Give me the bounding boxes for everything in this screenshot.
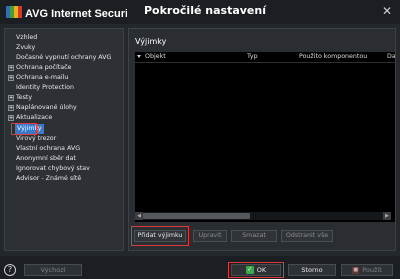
tree-item-label: Ignorovat chybový stav — [16, 165, 90, 172]
tree-item-label: Aktualizace — [16, 114, 53, 121]
section-title: Výjimky — [135, 37, 167, 46]
settings-tree: Vzhled Zvuky Dočasné vypnutí ochrany AVG… — [4, 28, 124, 251]
column-header-da[interactable]: Da — [387, 53, 395, 60]
checkmark-icon: ✓ — [245, 266, 254, 274]
scroll-right-icon[interactable]: ▶ — [383, 212, 391, 220]
column-header-objekt[interactable]: Objekt — [145, 53, 166, 60]
selection-highlight-frame — [11, 123, 37, 135]
delete-all-button[interactable]: Odstranit vše — [281, 230, 333, 242]
window-subtitle: Pokročilé nastavení — [144, 4, 266, 17]
expand-icon[interactable]: + — [8, 95, 14, 101]
apply-button-label: Použít — [362, 266, 382, 274]
exclusions-table[interactable]: Objekt Typ Použito komponentou Da — [135, 52, 395, 222]
table-header: Objekt Typ Použito komponentou Da — [135, 52, 395, 63]
sort-down-icon — [137, 55, 141, 58]
add-exclusion-button[interactable]: Přidat výjimku — [134, 230, 186, 242]
tree-item-label: Vzhled — [16, 34, 38, 41]
close-icon[interactable]: ✕ — [380, 4, 394, 18]
horizontal-scrollbar[interactable]: ◀ ▶ — [135, 212, 391, 220]
tree-item-label: Vlastní ochrana AVG — [16, 145, 81, 152]
ok-button-label: OK — [256, 266, 267, 274]
column-header-typ[interactable]: Typ — [247, 53, 258, 60]
scrollbar-thumb[interactable] — [143, 213, 250, 219]
cancel-button[interactable]: Storno — [288, 264, 336, 276]
expand-icon[interactable]: + — [8, 65, 14, 71]
defaults-button[interactable]: Výchozí — [24, 264, 82, 276]
tree-item-label: Testy — [16, 94, 33, 101]
column-header-pouzito-komponentou[interactable]: Použito komponentou — [299, 53, 367, 60]
apply-button[interactable]: ■ Použít — [341, 264, 393, 276]
delete-button[interactable]: Smazat — [231, 230, 277, 242]
tree-item-label: Naplánované úlohy — [16, 104, 77, 111]
window-title: AVG Internet Security — [25, 8, 127, 20]
exclusions-panel: Výjimky Objekt Typ Použito komponentou D… — [128, 28, 396, 251]
help-icon[interactable]: ? — [4, 264, 16, 276]
tree-item-label: Advisor - Známé sítě — [16, 175, 82, 182]
expand-icon[interactable]: + — [8, 75, 14, 81]
title-bar: AVG Internet Security Pokročilé nastaven… — [0, 0, 400, 24]
expand-icon[interactable]: + — [8, 105, 14, 111]
tree-item-label: Dočasné vypnutí ochrany AVG — [16, 54, 112, 61]
tree-item-label: Virový trezor — [16, 135, 57, 142]
tree-item-label: Identity Protection — [16, 84, 74, 91]
tree-item-label: Ochrana e-mailu — [16, 74, 69, 81]
tree-item-label: Anonymní sběr dat — [16, 155, 76, 162]
apply-icon: ■ — [352, 266, 360, 274]
tree-item-label: Ochrana počítače — [16, 64, 72, 71]
ok-button[interactable]: ✓ OK — [231, 264, 281, 276]
tree-item-label: Zvuky — [16, 44, 36, 51]
scroll-left-icon[interactable]: ◀ — [135, 212, 143, 220]
avg-logo: AVG Internet Security — [6, 6, 127, 20]
edit-button[interactable]: Upravit — [193, 230, 227, 242]
expand-icon[interactable]: + — [8, 115, 14, 121]
